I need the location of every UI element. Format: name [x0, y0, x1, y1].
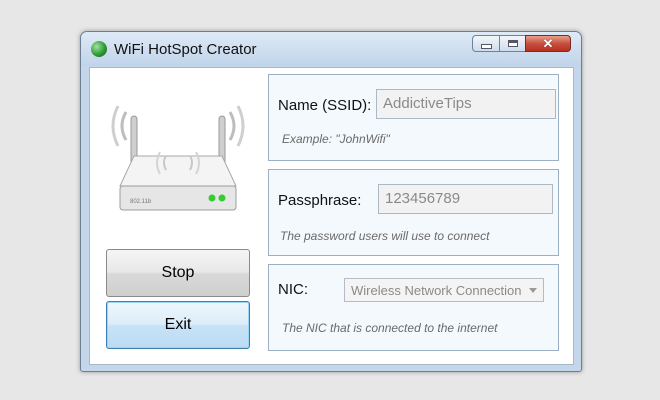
- client-area: 802.11b Stop Exit Name (SSID): Addictive…: [89, 67, 574, 365]
- exit-button[interactable]: Exit: [106, 301, 250, 349]
- passphrase-group: Passphrase: 123456789 The password users…: [268, 169, 559, 256]
- router-label: 802.11b: [130, 199, 152, 205]
- app-icon: [91, 41, 107, 57]
- close-button[interactable]: ✕: [525, 35, 571, 52]
- passphrase-input[interactable]: 123456789: [378, 184, 553, 214]
- chevron-down-icon: [529, 288, 537, 293]
- ssid-label: Name (SSID):: [278, 97, 372, 114]
- minimize-button[interactable]: [472, 35, 499, 52]
- passphrase-hint: The password users will use to connect: [280, 229, 490, 243]
- close-icon: ✕: [542, 36, 554, 51]
- nic-group: NIC: Wireless Network Connection The NIC…: [268, 264, 559, 351]
- stop-button[interactable]: Stop: [106, 249, 250, 297]
- minimize-icon: [480, 44, 492, 49]
- ssid-hint: Example: "JohnWifi": [282, 132, 390, 146]
- maximize-icon: [507, 40, 518, 47]
- nic-selected-value: Wireless Network Connection: [351, 283, 522, 298]
- passphrase-label: Passphrase:: [278, 192, 362, 209]
- title-bar[interactable]: WiFi HotSpot Creator ✕: [81, 32, 581, 66]
- maximize-button[interactable]: [499, 35, 525, 52]
- nic-select[interactable]: Wireless Network Connection: [344, 278, 544, 302]
- nic-label: NIC:: [278, 281, 308, 298]
- nic-hint: The NIC that is connected to the interne…: [282, 321, 498, 335]
- app-window: WiFi HotSpot Creator ✕ 802.11b Stop Exit…: [80, 31, 582, 372]
- ssid-group: Name (SSID): AddictiveTips Example: "Joh…: [268, 74, 559, 161]
- wifi-router-icon: [111, 105, 245, 211]
- ssid-input[interactable]: AddictiveTips: [376, 89, 556, 119]
- window-title: WiFi HotSpot Creator: [114, 41, 257, 58]
- window-controls: ✕: [472, 35, 571, 53]
